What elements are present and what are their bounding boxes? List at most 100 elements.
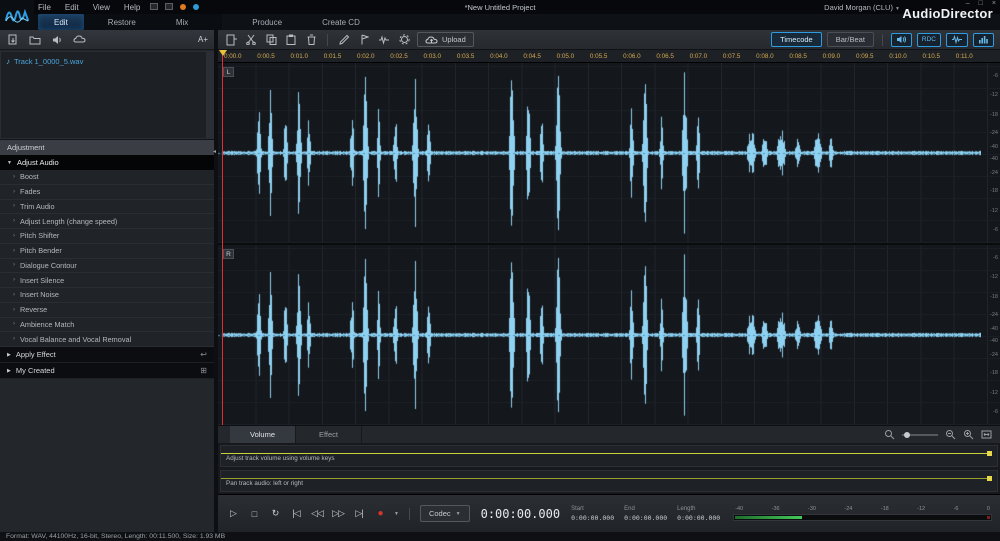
import-audio-icon[interactable] (224, 33, 238, 46)
timeline-label: 0:01.5 (324, 53, 342, 60)
adjust-item-insert-noise[interactable]: ›Insert Noise (0, 288, 214, 303)
field-value[interactable]: 0:00:00.000 (571, 514, 614, 522)
edit-pencil-icon[interactable] (337, 33, 351, 46)
step-forward-button[interactable]: ▷▷ (331, 507, 345, 521)
waveform-area[interactable]: L -6-6-12-12-18-18-24-24-40-40 R -6-6-12… (218, 63, 1000, 425)
waveform-channel-left[interactable]: L -6-6-12-12-18-18-24-24-40-40 (218, 63, 1000, 243)
step-back-button[interactable]: ◁◁ (310, 507, 324, 521)
spectrum-view-button[interactable] (973, 33, 994, 47)
zoom-controls (884, 426, 1000, 443)
monitor-volume-icon[interactable] (891, 33, 912, 47)
zoom-out-icon[interactable] (945, 429, 956, 440)
reset-effect-icon[interactable]: ↩ (200, 350, 207, 359)
speaker-icon[interactable] (50, 33, 64, 46)
triangle-right-icon: ▶ (7, 368, 11, 374)
automation-lane-0[interactable]: Adjust track volume using volume keys (220, 445, 998, 467)
play-button[interactable]: ▷ (226, 507, 240, 521)
marker-icon[interactable] (357, 33, 371, 46)
tab-produce[interactable]: Produce (236, 14, 298, 30)
adjust-item-insert-silence[interactable]: ›Insert Silence (0, 273, 214, 288)
automation-lane-1[interactable]: Pan track audio: left or right (220, 470, 998, 492)
device-icon[interactable] (165, 3, 173, 10)
adjust-item-pitch-bender[interactable]: ›Pitch Bender (0, 244, 214, 259)
cut-icon[interactable] (244, 33, 258, 46)
copy-icon[interactable] (264, 33, 278, 46)
bar-beat-button[interactable]: Bar/Beat (827, 32, 874, 47)
timeline-ruler[interactable]: 0:00.00:00.50:01.00:01.50:02.00:02.50:03… (218, 50, 1000, 63)
adjust-item-pitch-shifter[interactable]: ›Pitch Shifter (0, 229, 214, 244)
field-value[interactable]: 0:00:00.000 (677, 514, 720, 522)
tab-mix[interactable]: Mix (160, 14, 204, 30)
zoom-slider-knob[interactable] (904, 432, 910, 438)
import-media-icon[interactable] (6, 33, 20, 46)
playhead[interactable] (222, 50, 223, 425)
upload-button[interactable]: Upload (417, 32, 474, 47)
zoom-slider[interactable] (902, 434, 938, 436)
menu-help[interactable]: Help (124, 3, 140, 12)
adjust-item-reverse[interactable]: ›Reverse (0, 303, 214, 318)
waveform-canvas-left[interactable] (218, 63, 981, 243)
my-created-label: My Created (16, 366, 55, 375)
go-to-end-button[interactable]: ▷| (352, 507, 366, 521)
field-label: Length (677, 506, 695, 512)
adjust-item-vocal-balance-and-vocal-removal[interactable]: ›Vocal Balance and Vocal Removal (0, 332, 214, 347)
left-panel: A+ ♪ Track 1_0000_5.wav Adjustment ▼ Adj… (0, 30, 214, 532)
display-mode-icon[interactable] (150, 3, 158, 10)
go-to-start-button[interactable]: |◁ (289, 507, 303, 521)
automation-line[interactable] (221, 478, 987, 479)
adjust-item-dialogue-contour[interactable]: ›Dialogue Contour (0, 259, 214, 274)
adjust-audio-section-header[interactable]: ▼ Adjust Audio (0, 155, 214, 170)
adjust-item-ambience-match[interactable]: ›Ambience Match (0, 318, 214, 333)
adjust-item-fades[interactable]: ›Fades (0, 185, 214, 200)
tab-restore[interactable]: Restore (92, 14, 152, 30)
library-track-item[interactable]: ♪ Track 1_0000_5.wav (2, 55, 204, 68)
timecode-button[interactable]: Timecode (771, 32, 822, 47)
meter-clip-indicator (987, 516, 990, 519)
mode-tabs: Edit Restore Mix Produce Create CD (38, 14, 376, 30)
record-options-chevron-icon[interactable]: ▼ (394, 511, 399, 517)
settings-gear-icon[interactable] (397, 33, 411, 46)
collapse-panel-icon[interactable]: ◂ (213, 148, 216, 155)
keyframe-handle[interactable] (987, 476, 992, 481)
a-plus-icon[interactable]: A+ (198, 35, 208, 44)
zoom-fit-icon[interactable] (981, 429, 992, 440)
waveform-canvas-right[interactable] (218, 245, 981, 425)
meter-bar (733, 514, 992, 521)
tab-volume[interactable]: Volume (230, 426, 296, 443)
panel-splitter[interactable]: ◂ (214, 30, 218, 532)
delete-icon[interactable] (304, 33, 318, 46)
user-account-menu[interactable]: David Morgan (CLU) ▼ (824, 3, 900, 12)
import-preset-icon[interactable]: ⊞ (200, 366, 207, 375)
library-scrollbar[interactable] (206, 52, 213, 138)
sync-dot-icon[interactable] (193, 4, 199, 10)
menu-edit[interactable]: Edit (65, 3, 79, 12)
menu-view[interactable]: View (93, 3, 110, 12)
app-name: AudioDirector (902, 6, 993, 21)
tab-effect[interactable]: Effect (296, 426, 362, 443)
loop-button[interactable]: ↻ (268, 507, 282, 521)
menu-file[interactable]: File (38, 3, 51, 12)
tab-create-cd[interactable]: Create CD (306, 14, 376, 30)
keyframe-handle[interactable] (987, 451, 992, 456)
adjust-item-boost[interactable]: ›Boost (0, 170, 214, 185)
codec-button[interactable]: Codec ▼ (420, 505, 470, 522)
paste-icon[interactable] (284, 33, 298, 46)
tab-edit[interactable]: Edit (38, 14, 84, 30)
adjust-item-adjust-length-change-speed-[interactable]: ›Adjust Length (change speed) (0, 214, 214, 229)
stop-button[interactable]: □ (247, 507, 261, 521)
cloud-download-icon[interactable] (72, 33, 86, 46)
db-label: -18 (990, 188, 998, 194)
rdc-button[interactable]: RDC (917, 33, 941, 47)
automation-line[interactable] (221, 453, 987, 454)
notification-dot-icon[interactable] (180, 4, 186, 10)
adjust-item-trim-audio[interactable]: ›Trim Audio (0, 200, 214, 215)
import-folder-icon[interactable] (28, 33, 42, 46)
waveform-channel-right[interactable]: R -6-6-12-12-18-18-24-24-40-40 (218, 245, 1000, 425)
apply-effect-section-header[interactable]: ▶ Apply Effect ↩ (0, 347, 214, 363)
field-value[interactable]: 0:00:00.000 (624, 514, 667, 522)
my-created-section-header[interactable]: ▶ My Created ⊞ (0, 363, 214, 379)
waveform-view-button[interactable] (946, 33, 968, 47)
normalize-icon[interactable] (377, 33, 391, 46)
record-button[interactable]: ● (373, 507, 387, 521)
zoom-in-icon[interactable] (963, 429, 974, 440)
